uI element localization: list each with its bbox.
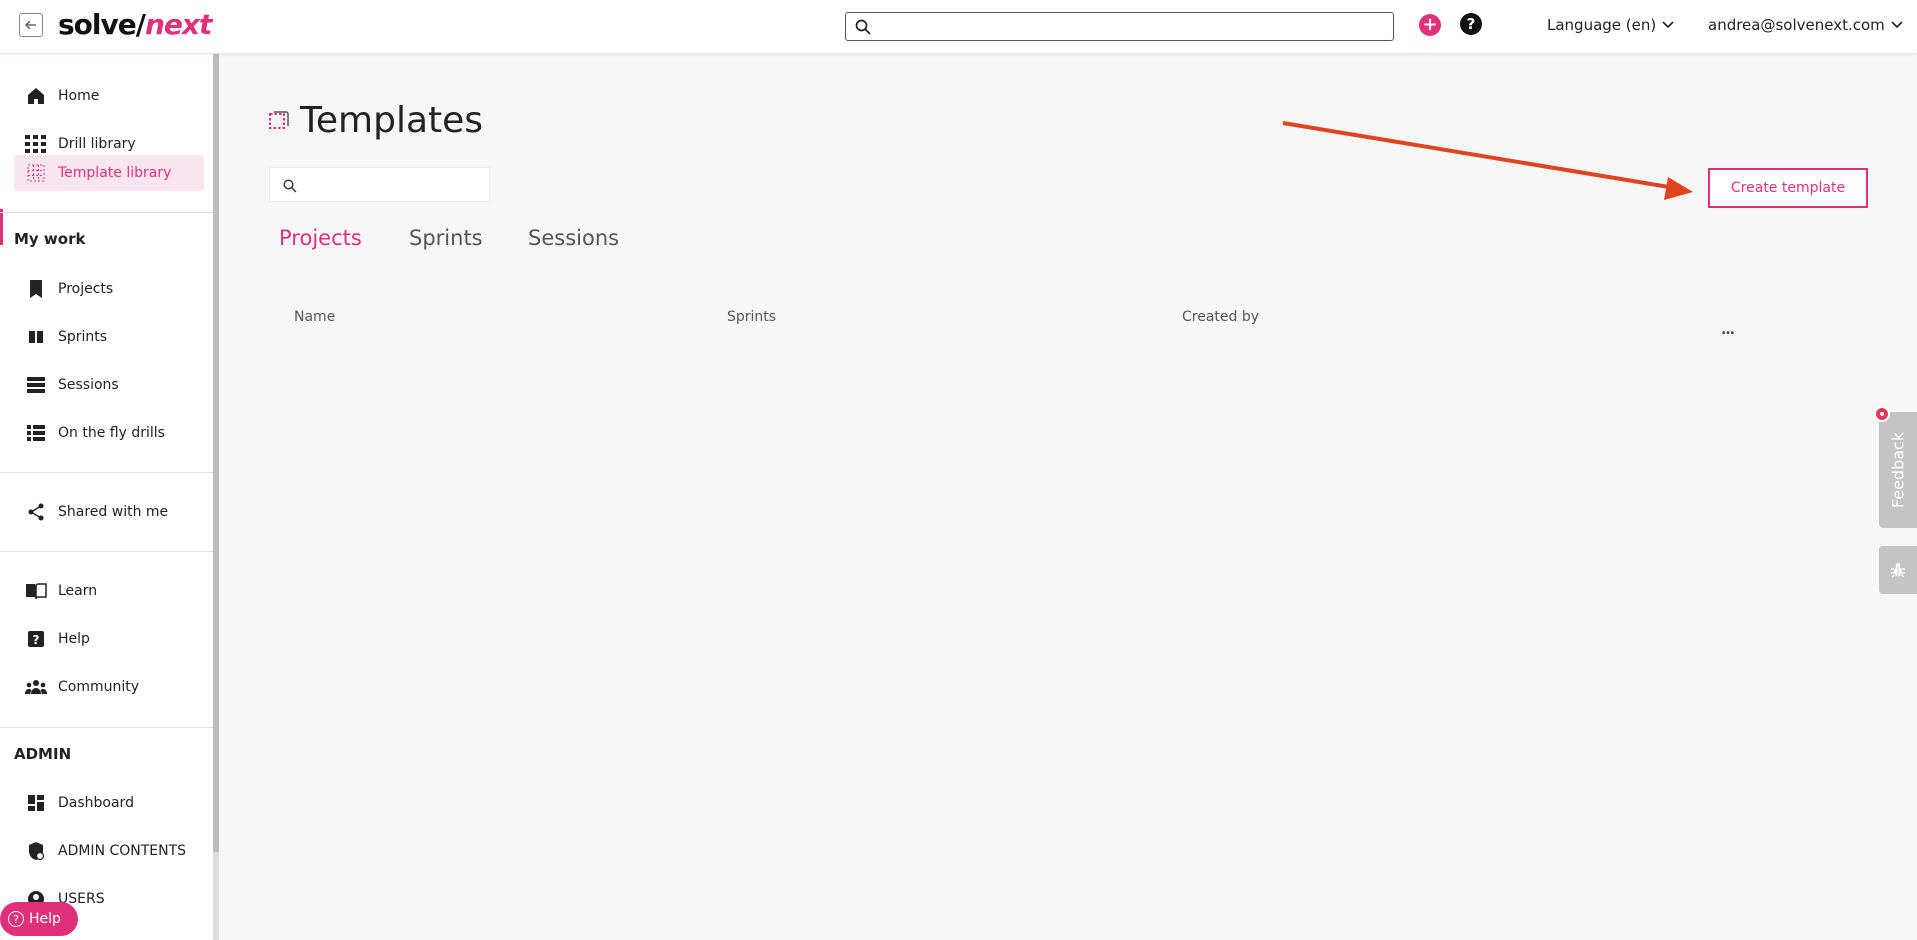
app-logo[interactable]: solve/next [58, 8, 212, 42]
sidebar-item-label: Learn [58, 583, 98, 599]
sidebar-item-label: ADMIN CONTENTS [58, 843, 187, 859]
sidebar-item-help[interactable]: ? Help [14, 621, 204, 657]
sidebar-item-community[interactable]: Community [14, 669, 204, 705]
column-header-created-by[interactable]: Created by [1182, 309, 1259, 325]
people-icon [24, 675, 48, 699]
page-title: Templates [300, 100, 484, 141]
create-template-button[interactable]: Create template [1708, 168, 1868, 208]
annotation-arrow [1282, 121, 1693, 200]
question-circle-icon: ? [8, 911, 24, 927]
shield-icon [24, 839, 48, 863]
sidebar-item-on-the-fly-drills[interactable]: On the fly drills [14, 415, 204, 451]
sidebar-item-dashboard[interactable]: Dashboard [14, 785, 204, 821]
chevron-down-icon [1891, 21, 1903, 29]
sidebar-item-shared-with-me[interactable]: Shared with me [14, 494, 204, 530]
sidebar-item-template-library[interactable]: Template library [14, 155, 204, 191]
sidebar-scrollbar[interactable] [213, 54, 219, 940]
sidebar-item-label: Home [58, 88, 100, 104]
template-search-input[interactable] [269, 167, 490, 202]
sidebar-item-label: On the fly drills [58, 425, 165, 441]
chevron-down-icon [1662, 21, 1674, 29]
bug-icon [1891, 563, 1905, 578]
dotted-grid-icon [24, 161, 48, 185]
tab-projects[interactable]: Projects [279, 226, 362, 250]
language-label: Language (en) [1547, 16, 1657, 34]
help-floating-button[interactable]: ? Help [0, 902, 78, 936]
global-search-input[interactable] [845, 12, 1394, 41]
grid-icon [24, 132, 48, 156]
feedback-tab[interactable]: Feedback [1879, 412, 1917, 528]
sidebar-item-home[interactable]: Home [14, 78, 204, 114]
more-options-icon[interactable]: ... [1721, 322, 1735, 338]
arrow-left-icon [24, 20, 36, 30]
active-indicator [0, 209, 3, 245]
svg-text:?: ? [33, 633, 40, 647]
admin-heading: ADMIN [14, 745, 72, 763]
search-icon [855, 19, 871, 35]
book-icon [24, 579, 48, 603]
search-icon [283, 179, 297, 193]
notification-dot [1874, 406, 1890, 422]
tab-sprints[interactable]: Sprints [409, 226, 483, 250]
sidebar-item-projects[interactable]: Projects [14, 271, 204, 307]
sidebar: Home Drill library Template library My w… [0, 54, 213, 940]
sidebar-item-label: Template library [58, 165, 172, 181]
stack-icon [24, 373, 48, 397]
bug-report-button[interactable] [1879, 546, 1917, 594]
sidebar-item-label: Sprints [58, 329, 108, 345]
question-icon: ? [24, 627, 48, 651]
page-header: Templates [268, 100, 483, 141]
sidebar-item-sessions[interactable]: Sessions [14, 367, 204, 403]
column-header-sprints[interactable]: Sprints [727, 309, 776, 325]
scrollbar-thumb[interactable] [213, 54, 219, 852]
sidebar-item-label: Help [58, 631, 90, 647]
tab-sessions[interactable]: Sessions [528, 226, 619, 250]
divider [0, 212, 213, 213]
dashboard-icon [24, 791, 48, 815]
divider [0, 551, 213, 552]
user-email: andrea@solvenext.com [1708, 16, 1885, 34]
divider [0, 472, 213, 473]
divider [0, 727, 213, 728]
share-icon [24, 500, 48, 524]
sidebar-item-learn[interactable]: Learn [14, 573, 204, 609]
template-icon [269, 110, 289, 129]
help-pill-label: Help [29, 911, 61, 927]
sidebar-item-admin-contents[interactable]: ADMIN CONTENTS [14, 833, 204, 869]
columns-icon [24, 325, 48, 349]
user-menu[interactable]: andrea@solvenext.com [1708, 16, 1903, 34]
feedback-label: Feedback [1888, 431, 1908, 509]
column-header-name[interactable]: Name [294, 309, 335, 325]
sidebar-item-sprints[interactable]: Sprints [14, 319, 204, 355]
sidebar-item-label: Community [58, 679, 140, 695]
home-icon [24, 84, 48, 108]
add-icon[interactable]: + [1419, 14, 1441, 36]
my-work-heading: My work [14, 230, 86, 248]
top-bar: solve/next + ? Language (en) andrea@solv… [0, 0, 1917, 54]
bookmark-icon [24, 277, 48, 301]
sidebar-item-label: Dashboard [58, 795, 134, 811]
sidebar-item-label: Drill library [58, 136, 136, 152]
back-button[interactable] [19, 13, 43, 37]
list-icon [24, 421, 48, 445]
sidebar-item-label: Sessions [58, 377, 119, 393]
language-selector[interactable]: Language (en) [1547, 16, 1674, 34]
help-icon[interactable]: ? [1460, 13, 1482, 35]
sidebar-item-label: Shared with me [58, 504, 169, 520]
sidebar-item-label: Projects [58, 281, 114, 297]
